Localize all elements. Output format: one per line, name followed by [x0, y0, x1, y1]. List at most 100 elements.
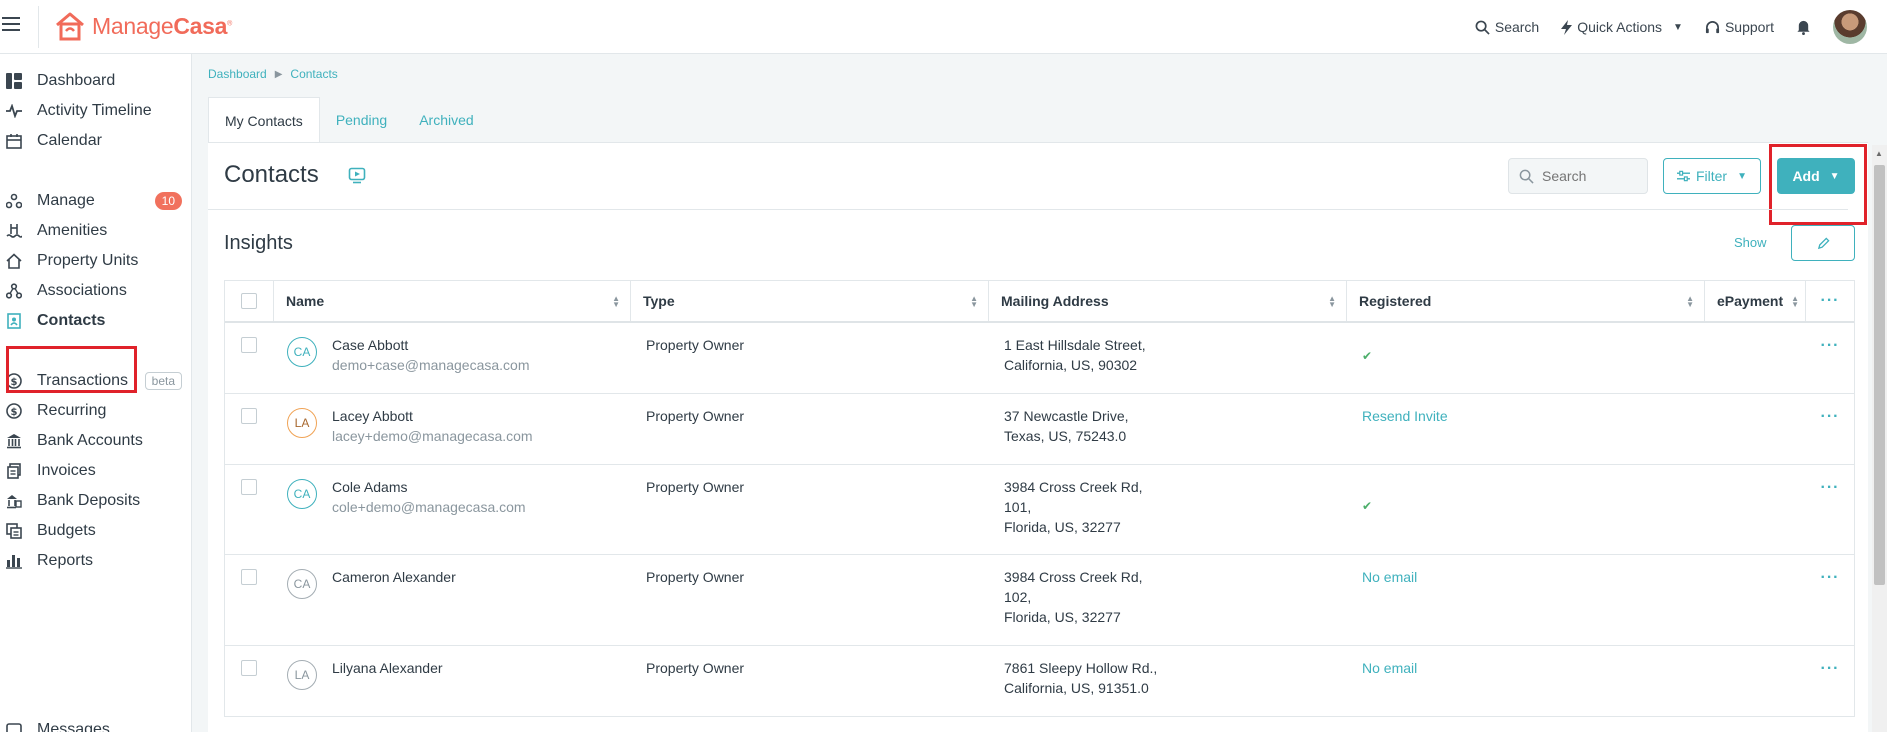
caret-down-icon: ▼ — [1737, 170, 1748, 182]
sidebar-item-transactions[interactable]: $ Transactions beta — [0, 367, 192, 395]
logo[interactable]: ManageCasa® — [54, 8, 232, 44]
sidebar-item-manage[interactable]: Manage 10 — [0, 187, 192, 215]
sidebar: Dashboard Activity Timeline Calendar Man… — [0, 54, 192, 732]
table-row[interactable]: CA Cole Adams cole+demo@managecasa.com P… — [225, 465, 1854, 555]
row-select-cell — [225, 555, 274, 645]
column-label: Registered — [1359, 293, 1432, 309]
quick-actions-dropdown[interactable]: Quick Actions ▼ — [1561, 19, 1683, 35]
show-insights-link[interactable]: Show — [1734, 235, 1767, 250]
breadcrumb-contacts-link[interactable]: Contacts — [290, 67, 337, 81]
row-select-cell — [225, 465, 274, 554]
epayment-cell — [1705, 323, 1806, 393]
mailing-address: 3984 Cross Creek Rd, 101, Florida, US, 3… — [989, 465, 1347, 554]
scroll-up-arrow-icon[interactable]: ▲ — [1875, 149, 1883, 158]
row-actions[interactable]: ··· — [1806, 646, 1854, 716]
sort-icon: ▲ ▼ — [970, 294, 978, 309]
more-options-icon: ··· — [1820, 479, 1840, 496]
resend-invite-link[interactable]: Resend Invite — [1347, 394, 1705, 464]
sidebar-item-associations[interactable]: Associations — [0, 277, 192, 305]
contact-type: Property Owner — [646, 337, 745, 353]
contact-name[interactable]: Case Abbott — [332, 337, 619, 353]
sidebar-item-label: Associations — [37, 282, 127, 299]
sidebar-item-label: Amenities — [37, 222, 108, 239]
row-actions[interactable]: ··· — [1806, 323, 1854, 393]
column-header-epayment[interactable]: ePayment ▲ ▼ — [1705, 281, 1806, 321]
search-icon — [1519, 169, 1534, 184]
search-link[interactable]: Search — [1475, 19, 1539, 35]
sidebar-item-messages[interactable]: Messages — [0, 716, 192, 732]
row-select-cell — [225, 394, 274, 464]
tab-my-contacts[interactable]: My Contacts — [208, 97, 320, 143]
quick-actions-label: Quick Actions — [1577, 19, 1663, 35]
sidebar-item-amenities[interactable]: Amenities — [0, 217, 192, 245]
column-header-type[interactable]: Type ▲ ▼ — [631, 281, 989, 321]
user-avatar[interactable] — [1833, 10, 1867, 44]
column-options[interactable]: ··· — [1806, 281, 1854, 321]
sidebar-item-contacts[interactable]: Contacts — [0, 307, 192, 335]
support-link[interactable]: Support — [1705, 19, 1774, 35]
caret-down-icon: ▼ — [1673, 21, 1683, 33]
logo-text: ManageCasa® — [92, 12, 232, 39]
sidebar-item-label: Activity Timeline — [37, 102, 152, 119]
epayment-cell — [1705, 555, 1806, 645]
row-actions[interactable]: ··· — [1806, 465, 1854, 554]
sidebar-item-label: Calendar — [37, 132, 102, 149]
contact-name[interactable]: Cameron Alexander — [332, 569, 619, 585]
sliders-icon — [1676, 170, 1690, 182]
row-checkbox[interactable] — [241, 569, 257, 585]
column-header-mailing-address[interactable]: Mailing Address ▲ ▼ — [989, 281, 1347, 321]
contact-avatar: LA — [287, 408, 317, 438]
sidebar-item-recurring[interactable]: $ Recurring — [0, 397, 192, 425]
sidebar-item-bank-deposits[interactable]: Bank Deposits — [0, 487, 192, 515]
menu-icon[interactable] — [2, 17, 20, 31]
registered-cell: ✔ — [1347, 465, 1705, 554]
epayment-cell — [1705, 394, 1806, 464]
contact-name[interactable]: Lilyana Alexander — [332, 660, 619, 676]
page-scrollbar[interactable]: ▲ — [1872, 145, 1887, 732]
scrollbar-thumb[interactable] — [1874, 165, 1885, 585]
sidebar-item-budgets[interactable]: Budgets — [0, 517, 192, 545]
row-actions[interactable]: ··· — [1806, 555, 1854, 645]
table-row[interactable]: LA Lilyana Alexander Property Owner 7861… — [225, 646, 1854, 717]
tab-pending[interactable]: Pending — [320, 97, 403, 143]
column-header-name[interactable]: Name ▲ ▼ — [274, 281, 631, 321]
row-checkbox[interactable] — [241, 337, 257, 353]
sidebar-item-dashboard[interactable]: Dashboard — [0, 67, 192, 95]
sidebar-item-calendar[interactable]: Calendar — [0, 127, 192, 155]
filter-button[interactable]: Filter ▼ — [1663, 158, 1761, 194]
select-all-checkbox[interactable] — [241, 293, 257, 309]
sidebar-item-reports[interactable]: Reports — [0, 547, 192, 575]
contact-name[interactable]: Lacey Abbott — [332, 408, 619, 424]
tab-archived[interactable]: Archived — [403, 97, 489, 143]
sidebar-item-property-units[interactable]: Property Units — [0, 247, 192, 275]
sidebar-item-label: Manage — [37, 192, 95, 209]
notifications-button[interactable] — [1796, 19, 1811, 35]
add-button[interactable]: Add ▼ — [1777, 158, 1855, 194]
sidebar-item-invoices[interactable]: Invoices — [0, 457, 192, 485]
search-link-label: Search — [1494, 19, 1540, 35]
table-row[interactable]: CA Cameron Alexander Property Owner 3984… — [225, 555, 1854, 646]
beta-badge: beta — [144, 372, 182, 390]
mailing-address: 3984 Cross Creek Rd, 102, Florida, US, 3… — [989, 555, 1347, 645]
top-actions: Search Quick Actions ▼ Support — [1453, 0, 1867, 54]
edit-insights-button[interactable] — [1791, 225, 1855, 261]
bar-chart-icon — [5, 552, 23, 570]
row-checkbox[interactable] — [241, 479, 257, 495]
column-header-registered[interactable]: Registered ▲ ▼ — [1347, 281, 1705, 321]
table-row[interactable]: CA Case Abbott demo+case@managecasa.com … — [225, 323, 1854, 394]
epayment-cell — [1705, 465, 1806, 554]
contact-email: demo+case@managecasa.com — [332, 357, 530, 373]
contacts-search[interactable] — [1508, 158, 1648, 194]
sidebar-item-label: Budgets — [37, 522, 96, 539]
video-tutorial-icon[interactable] — [348, 166, 366, 184]
contact-type: Property Owner — [646, 408, 745, 424]
table-row[interactable]: LA Lacey Abbott lacey+demo@managecasa.co… — [225, 394, 1854, 465]
sidebar-item-bank-accounts[interactable]: Bank Accounts — [0, 427, 192, 455]
breadcrumb-dashboard-link[interactable]: Dashboard — [208, 67, 267, 81]
row-checkbox[interactable] — [241, 408, 257, 424]
row-checkbox[interactable] — [241, 660, 257, 676]
contact-name[interactable]: Cole Adams — [332, 479, 619, 495]
sidebar-item-activity-timeline[interactable]: Activity Timeline — [0, 97, 192, 125]
row-actions[interactable]: ··· — [1806, 394, 1854, 464]
search-input[interactable] — [1542, 168, 1632, 184]
